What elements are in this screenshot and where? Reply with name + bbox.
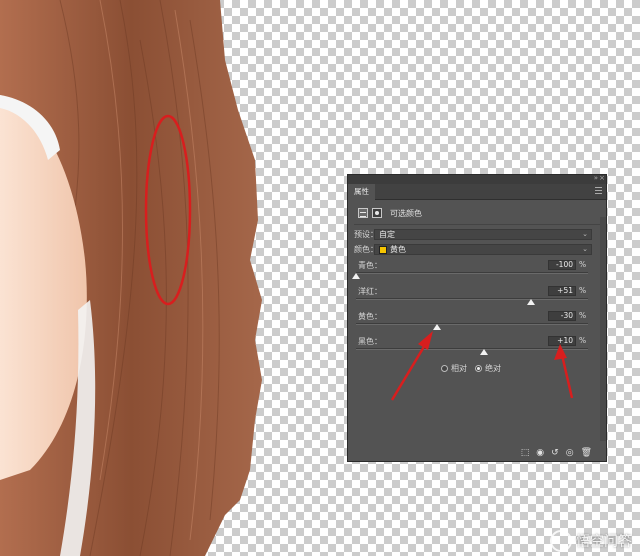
colors-select[interactable]: 黄色 ⌄ [374,244,592,255]
absolute-radio[interactable]: 绝对 [475,363,501,374]
cyan-value-input[interactable]: -100 [548,260,576,270]
preset-select[interactable]: 自定 ⌄ [374,229,592,240]
magenta-value-input[interactable]: +51 [548,286,576,296]
visibility-icon[interactable]: ◎ [566,448,574,458]
panel-topbar: » × [348,174,606,184]
yellow-slider-thumb[interactable] [433,324,442,330]
magenta-slider-track[interactable] [356,298,588,300]
yellow-label: 黄色： [358,312,382,321]
black-label: 黑色： [358,337,382,346]
absolute-radio-dot [475,365,482,372]
tab-properties[interactable]: 属性 [348,184,375,200]
cyan-label: 青色： [358,261,382,270]
watermark-text: 悟空问答 [576,534,632,550]
black-unit: % [579,336,587,345]
yellow-slider-track[interactable] [356,323,588,325]
adjustment-header: 可选颜色 [358,207,422,219]
chevron-down-icon: ⌄ [582,230,588,238]
watermark-logo-icon [550,530,572,552]
yellow-value-input[interactable]: -30 [548,311,576,321]
cyan-unit: % [579,260,587,269]
watermark: 悟空问答 [550,530,632,552]
reset-icon[interactable]: ↺ [551,448,559,458]
black-slider-track[interactable] [356,348,588,350]
tab-bar: 属性 [348,184,606,200]
cyan-slider-thumb[interactable] [352,273,360,279]
colors-value: 黄色 [390,245,406,254]
properties-panel: » × 属性 可选颜色 预设： 自定 ⌄ 颜色： 黄色 ⌄ 青色： -100 %… [347,174,607,462]
panel-menu-icon[interactable] [595,187,602,196]
relative-radio-dot [441,365,448,372]
method-radio-group: 相对 绝对 [441,363,501,374]
yellow-unit: % [579,311,587,320]
yellow-swatch [379,245,387,254]
magenta-unit: % [579,286,587,295]
panel-scrollbar[interactable] [600,217,606,441]
layer-mask-icon[interactable] [372,208,382,218]
absolute-label: 绝对 [485,364,501,373]
magenta-label: 洋红： [358,287,382,296]
hair-photo [0,0,262,556]
magenta-slider-thumb[interactable] [527,299,536,305]
eye-preview-icon[interactable]: ◉ [536,448,544,458]
clip-icon[interactable]: ⬚ [521,448,530,458]
divider [354,224,600,225]
adjustment-title: 可选颜色 [390,208,422,218]
cyan-slider-track[interactable] [356,272,588,274]
trash-icon[interactable]: 🗑 [581,448,592,458]
chevron-down-icon: ⌄ [582,245,588,253]
adjustment-layer-icon [358,208,368,218]
relative-label: 相对 [451,364,467,373]
panel-footer: ⬚ ◉ ↺ ◎ 🗑 [348,445,606,461]
preset-value: 自定 [379,230,395,239]
relative-radio[interactable]: 相对 [441,363,467,374]
collapse-icon[interactable]: » [594,174,598,182]
close-icon[interactable]: × [599,174,605,182]
black-slider-thumb[interactable] [479,349,488,355]
black-value-input[interactable]: +10 [548,336,576,346]
